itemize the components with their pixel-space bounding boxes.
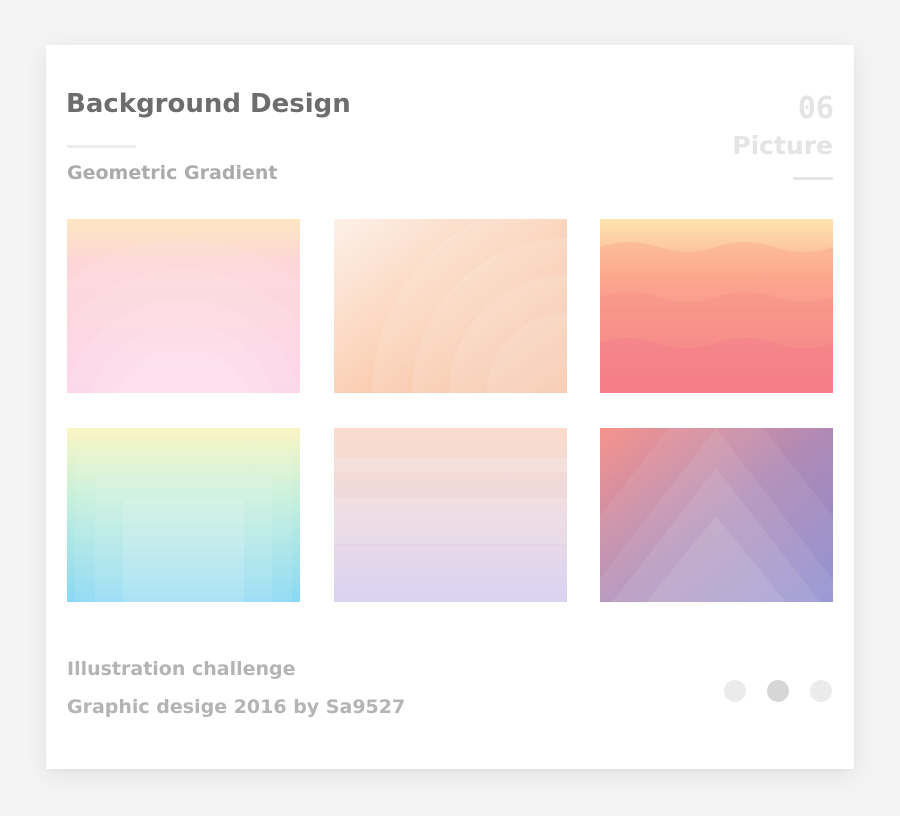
pink-arches-graphic — [67, 219, 300, 393]
footer-credit: Graphic desige 2016 by Sa9527 — [67, 696, 406, 718]
gallery-tile-mint-frames[interactable] — [67, 428, 300, 602]
pagination-dot-3[interactable] — [810, 680, 832, 702]
pagination-dot-1[interactable] — [724, 680, 746, 702]
page-title: Background Design — [66, 89, 351, 119]
gallery-tile-pink-arches[interactable] — [67, 219, 300, 393]
title-divider — [67, 145, 136, 148]
pagination-dots — [724, 680, 832, 702]
gallery-card: Background Design Geometric Gradient 06 … — [46, 45, 854, 769]
peach-circles-graphic — [334, 219, 567, 393]
lavender-bands-graphic — [334, 428, 567, 602]
gallery-tile-lavender-bands[interactable] — [334, 428, 567, 602]
pagination-dot-2[interactable] — [767, 680, 789, 702]
gallery-tile-coral-waves[interactable] — [600, 219, 833, 393]
count-divider — [793, 177, 833, 180]
gallery-tile-peach-circles[interactable] — [334, 219, 567, 393]
gallery-tile-violet-triangles[interactable] — [600, 428, 833, 602]
picture-count: 06 — [797, 91, 834, 126]
coral-waves-graphic — [600, 219, 833, 393]
mint-frames-graphic — [67, 428, 300, 602]
picture-count-label: Picture — [732, 131, 833, 160]
footer-caption: Illustration challenge — [67, 658, 296, 680]
page-subtitle: Geometric Gradient — [67, 162, 278, 184]
violet-triangles-graphic — [600, 428, 833, 602]
